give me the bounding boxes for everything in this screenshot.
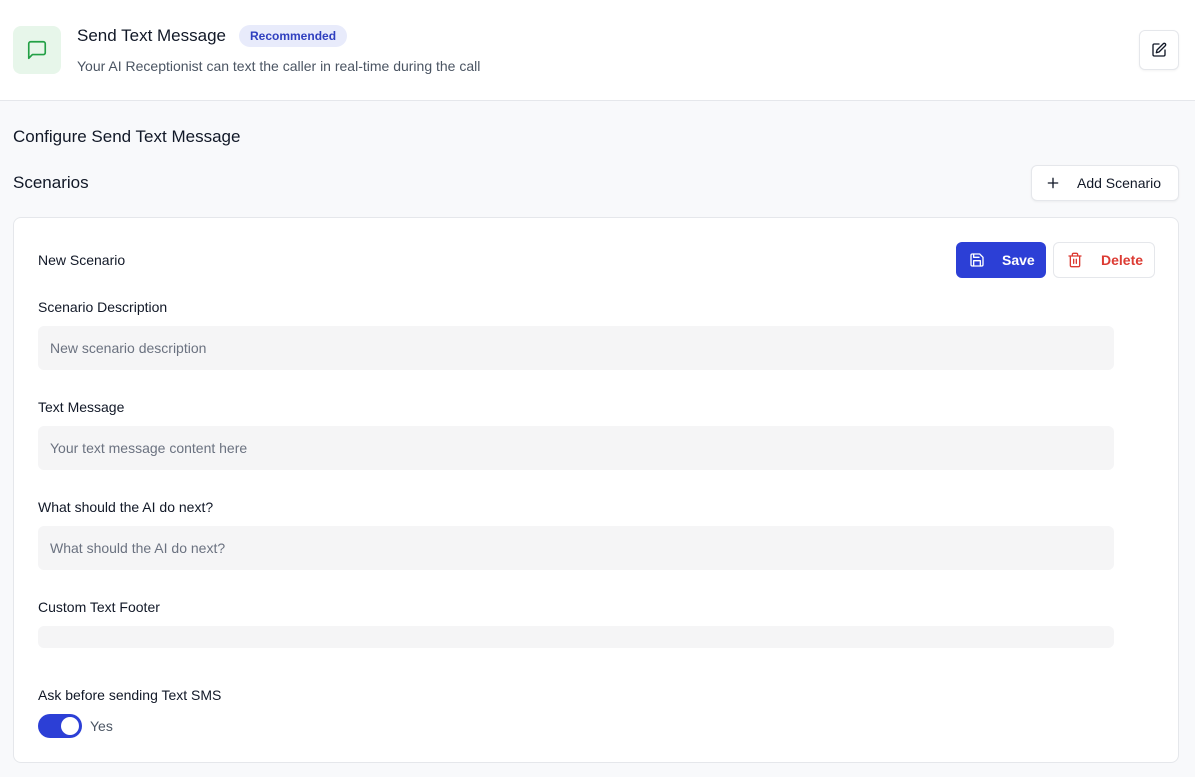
save-label: Save [1002,252,1035,268]
add-scenario-button[interactable]: Add Scenario [1031,165,1179,201]
scenarios-title: Scenarios [13,173,89,192]
feature-title: Send Text Message [77,26,226,45]
recommended-badge: Recommended [239,25,348,47]
feature-subtitle: Your AI Receptionist can text the caller… [77,58,481,74]
delete-label: Delete [1101,252,1144,268]
text-message-label: Text Message [38,399,125,415]
save-button[interactable]: Save [956,242,1046,278]
scenario-card: New Scenario Save Delete Scenario Descri… [13,217,1179,763]
toggle-knob [61,717,79,735]
trash-icon [1068,252,1082,268]
toggle-state-label: Yes [90,718,113,734]
scenario-description-input[interactable] [38,326,1114,370]
scenario-name: New Scenario [38,252,126,268]
ask-before-toggle[interactable] [38,714,82,738]
config-title: Configure Send Text Message [13,127,241,146]
message-square-icon [13,26,61,74]
edit-icon [1152,42,1167,57]
save-icon [970,253,984,267]
feature-header: Send Text Message Recommended Your AI Re… [0,0,1195,101]
edit-button[interactable] [1139,30,1179,70]
add-scenario-label: Add Scenario [1077,175,1162,191]
scenario-description-label: Scenario Description [38,299,168,315]
custom-footer-label: Custom Text Footer [38,599,160,615]
plus-icon [1047,177,1059,189]
next-action-input[interactable] [38,526,1114,570]
text-message-input[interactable] [38,426,1114,470]
delete-button[interactable]: Delete [1053,242,1155,278]
ask-before-label: Ask before sending Text SMS [38,687,222,703]
next-action-label: What should the AI do next? [38,499,214,515]
custom-footer-input[interactable] [38,626,1114,648]
